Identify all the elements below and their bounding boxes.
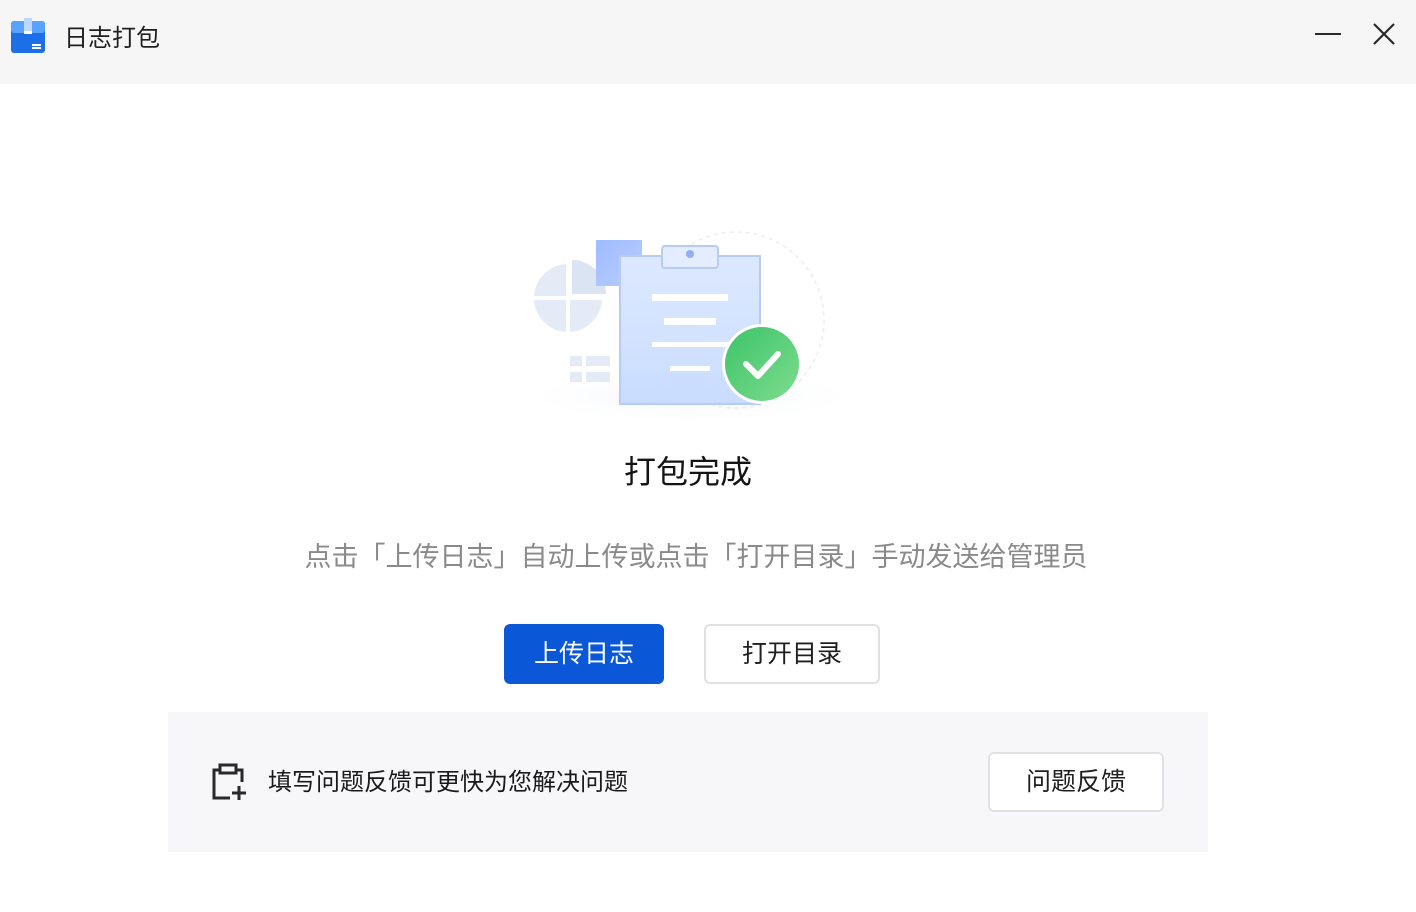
- open-directory-button[interactable]: 打开目录: [704, 624, 880, 684]
- minimize-icon: [1314, 20, 1342, 52]
- title-bar: 日志打包: [0, 0, 1416, 84]
- upload-log-button[interactable]: 上传日志: [504, 624, 664, 684]
- clipboard-success-illustration: [500, 224, 880, 424]
- close-icon: [1370, 20, 1398, 52]
- close-button[interactable]: [1364, 16, 1404, 56]
- minimize-button[interactable]: [1308, 16, 1348, 56]
- feedback-prompt: 填写问题反馈可更快为您解决问题: [268, 768, 628, 796]
- feedback-button[interactable]: 问题反馈: [988, 752, 1164, 812]
- status-title: 打包完成: [623, 453, 752, 491]
- clipboard-add-icon: [208, 762, 248, 802]
- log-package-icon: [10, 18, 46, 54]
- window-title: 日志打包: [64, 24, 160, 52]
- instruction-text: 点击「上传日志」自动上传或点击「打开目录」手动发送给管理员: [304, 542, 1088, 573]
- feedback-panel: 填写问题反馈可更快为您解决问题 问题反馈: [168, 712, 1208, 852]
- log-package-window: 日志打包 打包完成 点击「上传日志」自动上传或点击「打开目录」手动发送给管理员 …: [0, 0, 1416, 912]
